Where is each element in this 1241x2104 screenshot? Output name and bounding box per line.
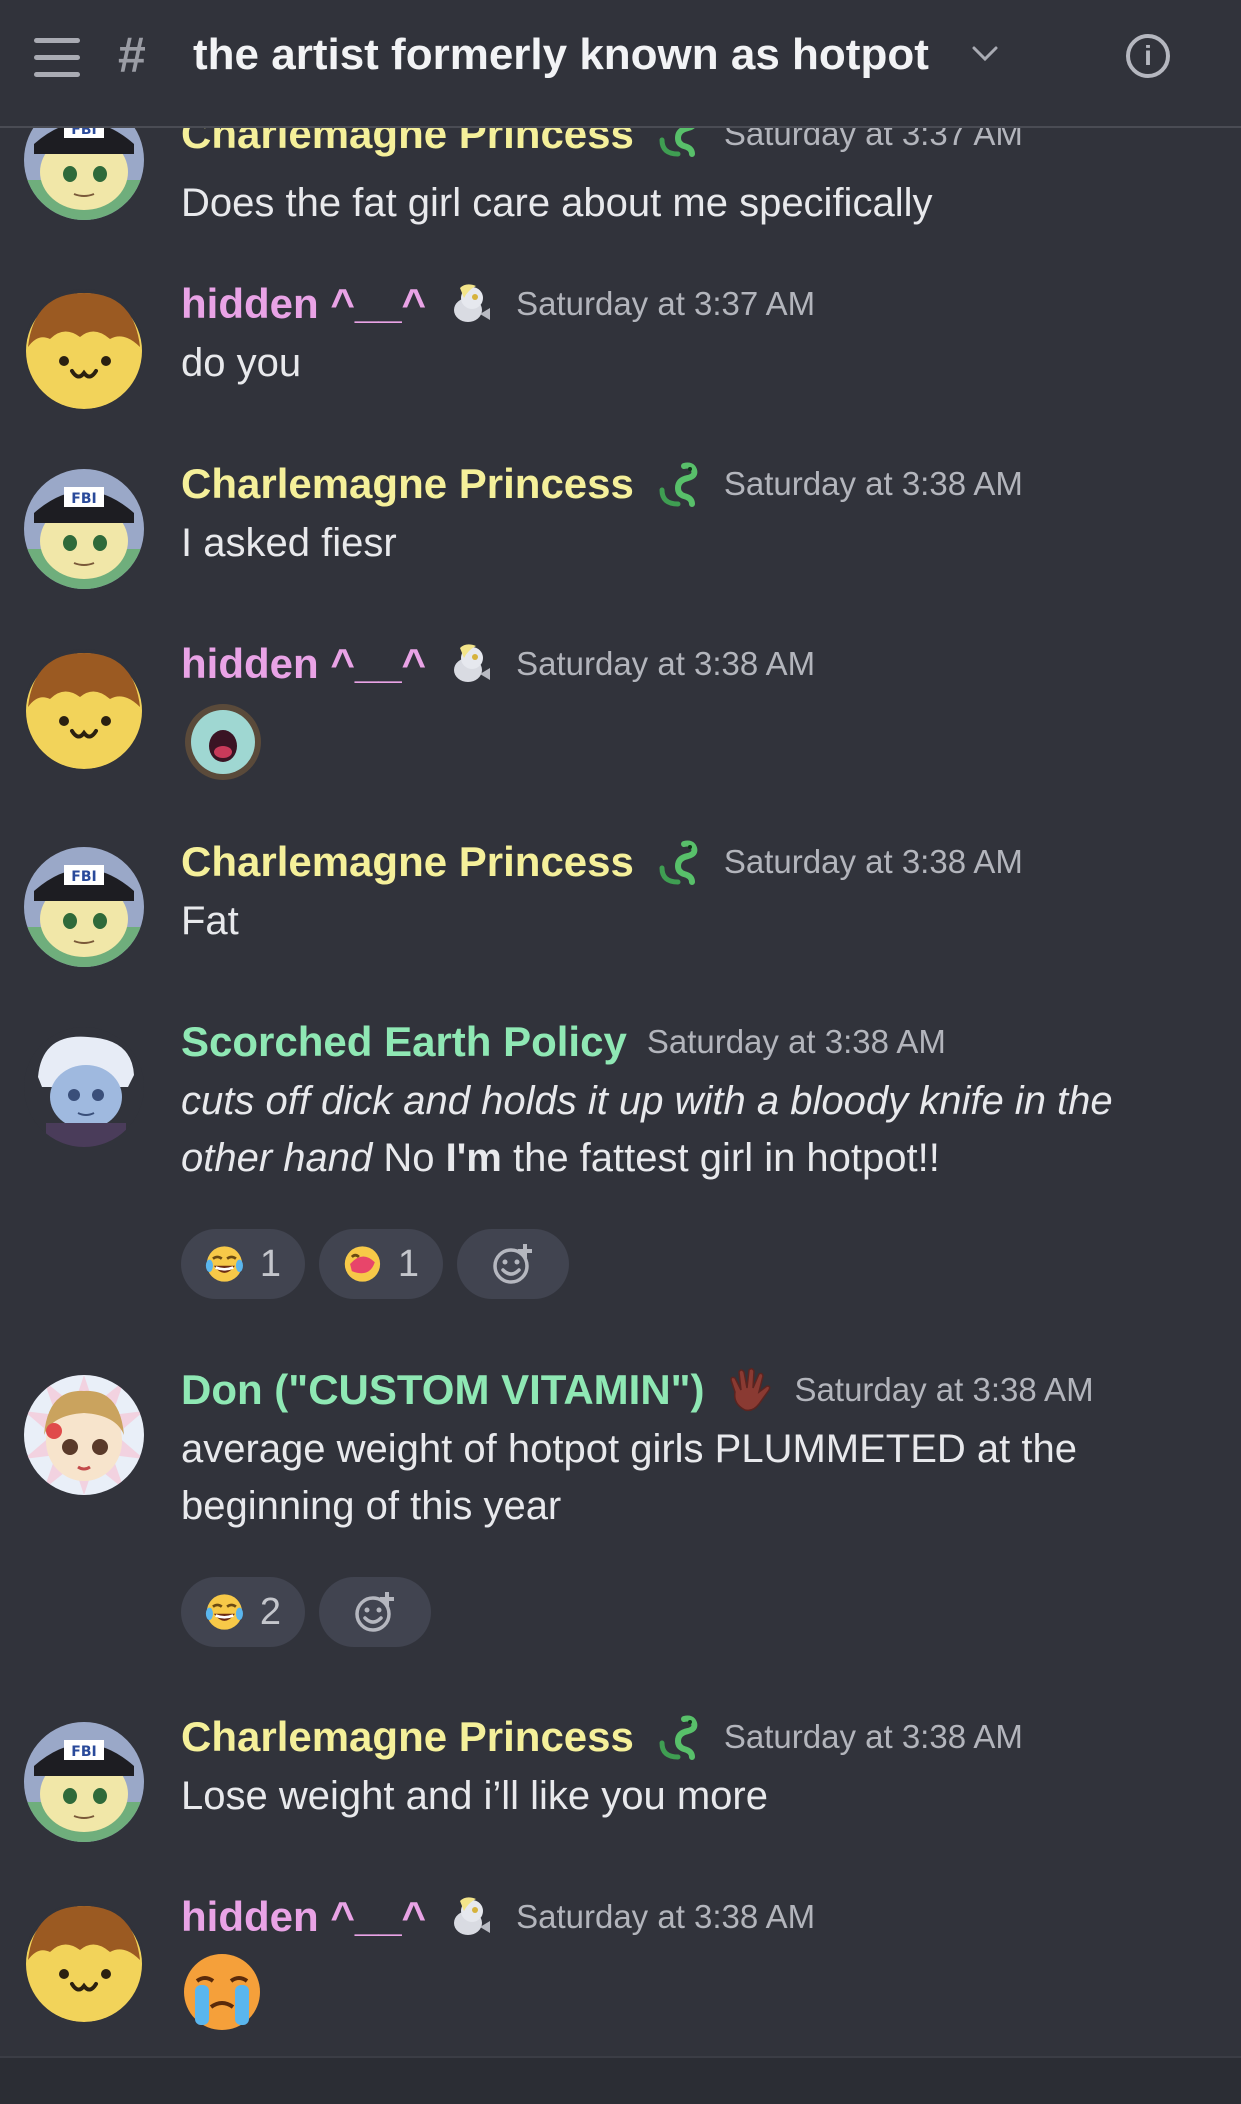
timestamp: Saturday at 3:38 AM xyxy=(516,645,816,682)
message-text: average weight of hotpot girls PLUMMETED… xyxy=(181,1427,1077,1528)
pony-badge-icon xyxy=(446,280,494,328)
message-text: Fat xyxy=(181,899,239,943)
avatar[interactable] xyxy=(24,1722,144,1842)
username[interactable]: hidden ^__^ xyxy=(181,1893,426,1941)
hand-badge-icon xyxy=(725,1366,773,1414)
username[interactable]: Charlemagne Princess xyxy=(181,126,634,158)
add-reaction-icon xyxy=(491,1242,535,1286)
bottom-bar xyxy=(0,2056,1241,2104)
bold-text: I'm xyxy=(445,1136,502,1180)
message-text: I asked fiesr xyxy=(181,521,397,565)
timestamp: Saturday at 3:38 AM xyxy=(723,843,1023,880)
snake-badge-icon xyxy=(654,1713,702,1761)
snake-badge-icon xyxy=(654,460,702,508)
reaction-pill[interactable]: 1 xyxy=(181,1229,305,1299)
reaction-count: 2 xyxy=(259,1590,281,1633)
username[interactable]: Charlemagne Princess xyxy=(181,838,634,886)
username[interactable]: hidden ^__^ xyxy=(181,640,426,688)
snake-badge-icon xyxy=(654,126,702,158)
tears-of-joy-emoji xyxy=(205,1590,244,1634)
rolling-laugh-emoji xyxy=(343,1242,382,1286)
timestamp: Saturday at 3:38 AM xyxy=(516,1898,816,1935)
chevron-down-icon[interactable] xyxy=(970,38,1000,68)
add-reaction-button[interactable] xyxy=(319,1577,431,1647)
message-text: do you xyxy=(181,341,302,385)
reaction-count: 1 xyxy=(259,1242,281,1285)
avatar[interactable] xyxy=(24,1027,144,1147)
text-segment: the fattest girl in hotpot!! xyxy=(501,1136,940,1180)
channel-title[interactable]: the artist formerly known as hotpot xyxy=(193,30,929,80)
timestamp: Saturday at 3:38 AM xyxy=(723,465,1023,502)
avatar[interactable] xyxy=(24,289,144,409)
username[interactable]: Charlemagne Princess xyxy=(181,1713,634,1761)
reaction-bar: 2 xyxy=(181,1577,431,1647)
snake-badge-icon xyxy=(654,838,702,886)
add-reaction-icon xyxy=(353,1590,397,1634)
channel-header: # the artist formerly known as hotpot i xyxy=(0,0,1241,128)
avatar[interactable] xyxy=(24,126,144,220)
message-text: cuts off dick and holds it up with a blo… xyxy=(181,1073,1201,1187)
reaction-pill[interactable]: 2 xyxy=(181,1577,305,1647)
text-segment: No xyxy=(372,1136,446,1180)
timestamp: Saturday at 3:37 AM xyxy=(516,285,816,322)
avatar[interactable] xyxy=(24,1902,144,2022)
hash-icon: # xyxy=(118,27,146,83)
message-text: Lose weight and i’ll like you more xyxy=(181,1774,768,1818)
message-text: Does the fat girl care about me specific… xyxy=(181,181,933,225)
username[interactable]: hidden ^__^ xyxy=(181,280,426,328)
username[interactable]: Scorched Earth Policy xyxy=(181,1018,627,1066)
avatar[interactable] xyxy=(24,847,144,967)
reaction-count: 1 xyxy=(397,1242,419,1285)
tears-of-joy-emoji xyxy=(205,1242,244,1286)
avatar[interactable] xyxy=(24,1375,144,1495)
pony-badge-icon xyxy=(446,1893,494,1941)
avatar[interactable] xyxy=(24,469,144,589)
message-feed[interactable]: Charlemagne Princess Saturday at 3:37 AM… xyxy=(0,126,1241,2056)
add-reaction-button[interactable] xyxy=(457,1229,569,1299)
timestamp: Saturday at 3:38 AM xyxy=(794,1371,1094,1408)
timestamp: Saturday at 3:38 AM xyxy=(646,1023,946,1060)
screaming-face-custom-emoji[interactable] xyxy=(181,700,265,784)
reaction-pill[interactable]: 1 xyxy=(319,1229,443,1299)
timestamp: Saturday at 3:37 AM xyxy=(723,126,1023,152)
username[interactable]: Don ("CUSTOM VITAMIN") xyxy=(181,1366,705,1414)
pony-badge-icon xyxy=(446,640,494,688)
reaction-bar: 1 1 xyxy=(181,1229,569,1299)
info-icon[interactable]: i xyxy=(1126,34,1170,78)
hamburger-menu-icon[interactable] xyxy=(34,36,80,78)
avatar[interactable] xyxy=(24,649,144,769)
username[interactable]: Charlemagne Princess xyxy=(181,460,634,508)
crying-face-emoji[interactable] xyxy=(181,1951,263,2033)
timestamp: Saturday at 3:38 AM xyxy=(723,1718,1023,1755)
